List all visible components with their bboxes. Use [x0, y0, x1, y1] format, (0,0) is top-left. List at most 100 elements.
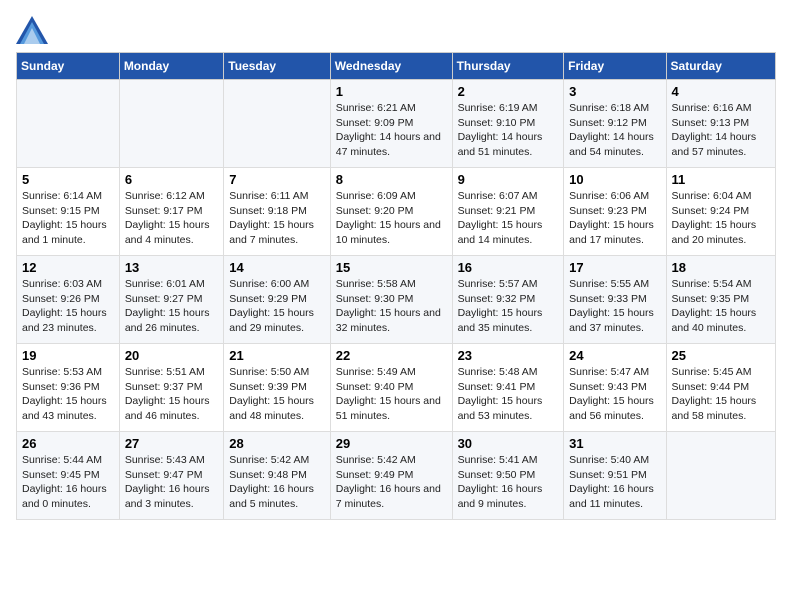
day-number: 21 [229, 348, 324, 363]
calendar-cell: 10 Sunrise: 6:06 AM Sunset: 9:23 PM Dayli… [564, 168, 666, 256]
calendar-cell: 5 Sunrise: 6:14 AM Sunset: 9:15 PM Daylig… [17, 168, 120, 256]
day-number: 14 [229, 260, 324, 275]
weekday-monday: Monday [119, 53, 223, 80]
calendar-cell: 20 Sunrise: 5:51 AM Sunset: 9:37 PM Dayli… [119, 344, 223, 432]
day-number: 3 [569, 84, 660, 99]
calendar-cell: 1 Sunrise: 6:21 AM Sunset: 9:09 PM Daylig… [330, 80, 452, 168]
calendar-cell: 12 Sunrise: 6:03 AM Sunset: 9:26 PM Dayli… [17, 256, 120, 344]
day-number: 31 [569, 436, 660, 451]
day-content: Sunrise: 5:49 AM Sunset: 9:40 PM Dayligh… [336, 365, 447, 424]
weekday-friday: Friday [564, 53, 666, 80]
day-number: 18 [672, 260, 770, 275]
day-number: 7 [229, 172, 324, 187]
calendar-cell: 19 Sunrise: 5:53 AM Sunset: 9:36 PM Dayli… [17, 344, 120, 432]
day-content: Sunrise: 6:09 AM Sunset: 9:20 PM Dayligh… [336, 189, 447, 248]
calendar-cell: 8Sunrise: 6:09 AM Sunset: 9:20 PM Daylig… [330, 168, 452, 256]
calendar-cell: 29 Sunrise: 5:42 AM Sunset: 9:49 PM Dayli… [330, 432, 452, 520]
day-number: 29 [336, 436, 447, 451]
calendar-week-2: 5 Sunrise: 6:14 AM Sunset: 9:15 PM Daylig… [17, 168, 776, 256]
weekday-header-row: SundayMondayTuesdayWednesdayThursdayFrid… [17, 53, 776, 80]
day-number: 26 [22, 436, 114, 451]
day-content: Sunrise: 5:54 AM Sunset: 9:35 PM Dayligh… [672, 277, 770, 336]
calendar-week-3: 12 Sunrise: 6:03 AM Sunset: 9:26 PM Dayli… [17, 256, 776, 344]
day-number: 20 [125, 348, 218, 363]
day-content: Sunrise: 6:12 AM Sunset: 9:17 PM Dayligh… [125, 189, 218, 248]
calendar-cell: 22Sunrise: 5:49 AM Sunset: 9:40 PM Dayli… [330, 344, 452, 432]
day-number: 1 [336, 84, 447, 99]
day-number: 6 [125, 172, 218, 187]
calendar-cell: 23 Sunrise: 5:48 AM Sunset: 9:41 PM Dayli… [452, 344, 564, 432]
calendar-cell: 28Sunrise: 5:42 AM Sunset: 9:48 PM Dayli… [224, 432, 330, 520]
weekday-sunday: Sunday [17, 53, 120, 80]
day-content: Sunrise: 5:44 AM Sunset: 9:45 PM Dayligh… [22, 453, 114, 512]
day-number: 4 [672, 84, 770, 99]
day-number: 28 [229, 436, 324, 451]
day-content: Sunrise: 5:53 AM Sunset: 9:36 PM Dayligh… [22, 365, 114, 424]
day-content: Sunrise: 5:58 AM Sunset: 9:30 PM Dayligh… [336, 277, 447, 336]
day-content: Sunrise: 6:01 AM Sunset: 9:27 PM Dayligh… [125, 277, 218, 336]
day-number: 12 [22, 260, 114, 275]
calendar-cell: 27 Sunrise: 5:43 AM Sunset: 9:47 PM Dayli… [119, 432, 223, 520]
day-number: 13 [125, 260, 218, 275]
calendar-week-5: 26 Sunrise: 5:44 AM Sunset: 9:45 PM Dayli… [17, 432, 776, 520]
calendar-header: SundayMondayTuesdayWednesdayThursdayFrid… [17, 53, 776, 80]
calendar-cell [666, 432, 775, 520]
day-content: Sunrise: 5:43 AM Sunset: 9:47 PM Dayligh… [125, 453, 218, 512]
day-content: Sunrise: 5:55 AM Sunset: 9:33 PM Dayligh… [569, 277, 660, 336]
day-content: Sunrise: 6:00 AM Sunset: 9:29 PM Dayligh… [229, 277, 324, 336]
calendar-cell: 30 Sunrise: 5:41 AM Sunset: 9:50 PM Dayli… [452, 432, 564, 520]
calendar-cell: 11 Sunrise: 6:04 AM Sunset: 9:24 PM Dayli… [666, 168, 775, 256]
day-content: Sunrise: 5:51 AM Sunset: 9:37 PM Dayligh… [125, 365, 218, 424]
day-content: Sunrise: 6:18 AM Sunset: 9:12 PM Dayligh… [569, 101, 660, 160]
day-content: Sunrise: 6:14 AM Sunset: 9:15 PM Dayligh… [22, 189, 114, 248]
calendar-cell: 9 Sunrise: 6:07 AM Sunset: 9:21 PM Daylig… [452, 168, 564, 256]
calendar-cell: 2Sunrise: 6:19 AM Sunset: 9:10 PM Daylig… [452, 80, 564, 168]
calendar-cell: 13 Sunrise: 6:01 AM Sunset: 9:27 PM Dayli… [119, 256, 223, 344]
day-number: 30 [458, 436, 559, 451]
calendar-cell [224, 80, 330, 168]
weekday-thursday: Thursday [452, 53, 564, 80]
calendar-cell [17, 80, 120, 168]
day-content: Sunrise: 6:16 AM Sunset: 9:13 PM Dayligh… [672, 101, 770, 160]
calendar-cell [119, 80, 223, 168]
day-number: 24 [569, 348, 660, 363]
day-content: Sunrise: 6:04 AM Sunset: 9:24 PM Dayligh… [672, 189, 770, 248]
page-header [16, 16, 776, 44]
day-content: Sunrise: 5:47 AM Sunset: 9:43 PM Dayligh… [569, 365, 660, 424]
calendar-cell: 6 Sunrise: 6:12 AM Sunset: 9:17 PM Daylig… [119, 168, 223, 256]
day-number: 11 [672, 172, 770, 187]
day-number: 9 [458, 172, 559, 187]
calendar-cell: 21 Sunrise: 5:50 AM Sunset: 9:39 PM Dayli… [224, 344, 330, 432]
day-number: 19 [22, 348, 114, 363]
day-content: Sunrise: 6:06 AM Sunset: 9:23 PM Dayligh… [569, 189, 660, 248]
weekday-saturday: Saturday [666, 53, 775, 80]
weekday-tuesday: Tuesday [224, 53, 330, 80]
day-number: 23 [458, 348, 559, 363]
calendar-cell: 15Sunrise: 5:58 AM Sunset: 9:30 PM Dayli… [330, 256, 452, 344]
day-content: Sunrise: 5:45 AM Sunset: 9:44 PM Dayligh… [672, 365, 770, 424]
calendar-cell: 17 Sunrise: 5:55 AM Sunset: 9:33 PM Dayli… [564, 256, 666, 344]
calendar-cell: 31Sunrise: 5:40 AM Sunset: 9:51 PM Dayli… [564, 432, 666, 520]
day-content: Sunrise: 5:41 AM Sunset: 9:50 PM Dayligh… [458, 453, 559, 512]
calendar-week-4: 19 Sunrise: 5:53 AM Sunset: 9:36 PM Dayli… [17, 344, 776, 432]
calendar-week-1: 1 Sunrise: 6:21 AM Sunset: 9:09 PM Daylig… [17, 80, 776, 168]
day-content: Sunrise: 6:11 AM Sunset: 9:18 PM Dayligh… [229, 189, 324, 248]
day-content: Sunrise: 5:50 AM Sunset: 9:39 PM Dayligh… [229, 365, 324, 424]
day-number: 10 [569, 172, 660, 187]
day-content: Sunrise: 5:42 AM Sunset: 9:49 PM Dayligh… [336, 453, 447, 512]
day-number: 17 [569, 260, 660, 275]
calendar-table: SundayMondayTuesdayWednesdayThursdayFrid… [16, 52, 776, 520]
calendar-cell: 4 Sunrise: 6:16 AM Sunset: 9:13 PM Daylig… [666, 80, 775, 168]
day-content: Sunrise: 6:21 AM Sunset: 9:09 PM Dayligh… [336, 101, 447, 160]
day-number: 16 [458, 260, 559, 275]
day-content: Sunrise: 6:03 AM Sunset: 9:26 PM Dayligh… [22, 277, 114, 336]
day-number: 5 [22, 172, 114, 187]
day-content: Sunrise: 5:48 AM Sunset: 9:41 PM Dayligh… [458, 365, 559, 424]
calendar-cell: 16 Sunrise: 5:57 AM Sunset: 9:32 PM Dayli… [452, 256, 564, 344]
day-content: Sunrise: 6:07 AM Sunset: 9:21 PM Dayligh… [458, 189, 559, 248]
calendar-cell: 25Sunrise: 5:45 AM Sunset: 9:44 PM Dayli… [666, 344, 775, 432]
day-content: Sunrise: 5:57 AM Sunset: 9:32 PM Dayligh… [458, 277, 559, 336]
day-number: 27 [125, 436, 218, 451]
calendar-cell: 3 Sunrise: 6:18 AM Sunset: 9:12 PM Daylig… [564, 80, 666, 168]
day-content: Sunrise: 6:19 AM Sunset: 9:10 PM Dayligh… [458, 101, 559, 160]
